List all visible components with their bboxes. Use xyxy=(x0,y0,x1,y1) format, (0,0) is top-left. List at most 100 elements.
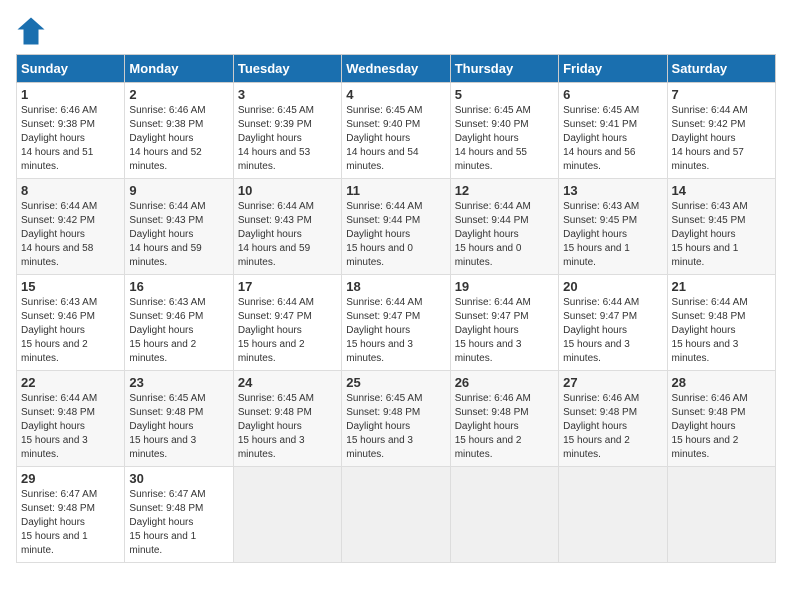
day-info: Sunrise: 6:45 AMSunset: 9:41 PMDaylight … xyxy=(563,104,662,174)
day-info: Sunrise: 6:44 AMSunset: 9:43 PMDaylight … xyxy=(238,200,337,270)
calendar-cell: 9 Sunrise: 6:44 AMSunset: 9:43 PMDaylight… xyxy=(125,179,233,275)
logo-icon xyxy=(16,16,46,46)
week-row-4: 22 Sunrise: 6:44 AMSunset: 9:48 PMDayligh… xyxy=(17,371,776,467)
day-number: 26 xyxy=(455,375,554,390)
day-info: Sunrise: 6:43 AMSunset: 9:45 PMDaylight … xyxy=(672,200,771,270)
day-info: Sunrise: 6:44 AMSunset: 9:44 PMDaylight … xyxy=(455,200,554,270)
logo xyxy=(16,16,50,46)
day-header-thursday: Thursday xyxy=(450,55,558,83)
calendar-cell: 11 Sunrise: 6:44 AMSunset: 9:44 PMDayligh… xyxy=(342,179,450,275)
day-number: 22 xyxy=(21,375,120,390)
day-info: Sunrise: 6:44 AMSunset: 9:47 PMDaylight … xyxy=(346,296,445,366)
day-number: 4 xyxy=(346,87,445,102)
day-info: Sunrise: 6:44 AMSunset: 9:43 PMDaylight … xyxy=(129,200,228,270)
calendar-cell: 20 Sunrise: 6:44 AMSunset: 9:47 PMDayligh… xyxy=(559,275,667,371)
day-info: Sunrise: 6:47 AMSunset: 9:48 PMDaylight … xyxy=(129,488,228,558)
day-info: Sunrise: 6:44 AMSunset: 9:47 PMDaylight … xyxy=(238,296,337,366)
calendar-table: SundayMondayTuesdayWednesdayThursdayFrid… xyxy=(16,54,776,563)
calendar-cell: 28 Sunrise: 6:46 AMSunset: 9:48 PMDayligh… xyxy=(667,371,775,467)
calendar-cell: 5 Sunrise: 6:45 AMSunset: 9:40 PMDaylight… xyxy=(450,83,558,179)
day-number: 3 xyxy=(238,87,337,102)
day-number: 1 xyxy=(21,87,120,102)
day-info: Sunrise: 6:45 AMSunset: 9:40 PMDaylight … xyxy=(346,104,445,174)
day-info: Sunrise: 6:46 AMSunset: 9:38 PMDaylight … xyxy=(129,104,228,174)
calendar-cell xyxy=(342,467,450,563)
day-info: Sunrise: 6:43 AMSunset: 9:45 PMDaylight … xyxy=(563,200,662,270)
day-number: 12 xyxy=(455,183,554,198)
calendar-cell: 21 Sunrise: 6:44 AMSunset: 9:48 PMDayligh… xyxy=(667,275,775,371)
day-number: 16 xyxy=(129,279,228,294)
day-number: 2 xyxy=(129,87,228,102)
calendar-cell: 10 Sunrise: 6:44 AMSunset: 9:43 PMDayligh… xyxy=(233,179,341,275)
day-number: 7 xyxy=(672,87,771,102)
day-number: 20 xyxy=(563,279,662,294)
day-number: 24 xyxy=(238,375,337,390)
day-info: Sunrise: 6:46 AMSunset: 9:38 PMDaylight … xyxy=(21,104,120,174)
day-number: 13 xyxy=(563,183,662,198)
day-number: 27 xyxy=(563,375,662,390)
day-number: 15 xyxy=(21,279,120,294)
day-info: Sunrise: 6:45 AMSunset: 9:48 PMDaylight … xyxy=(129,392,228,462)
calendar-cell: 6 Sunrise: 6:45 AMSunset: 9:41 PMDaylight… xyxy=(559,83,667,179)
day-number: 11 xyxy=(346,183,445,198)
calendar-cell: 29Sunrise: 6:47 AMSunset: 9:48 PMDayligh… xyxy=(17,467,125,563)
calendar-cell: 18 Sunrise: 6:44 AMSunset: 9:47 PMDayligh… xyxy=(342,275,450,371)
day-info: Sunrise: 6:43 AMSunset: 9:46 PMDaylight … xyxy=(21,296,120,366)
calendar-cell: 3 Sunrise: 6:45 AMSunset: 9:39 PMDaylight… xyxy=(233,83,341,179)
calendar-cell: 15 Sunrise: 6:43 AMSunset: 9:46 PMDayligh… xyxy=(17,275,125,371)
day-header-sunday: Sunday xyxy=(17,55,125,83)
day-header-monday: Monday xyxy=(125,55,233,83)
calendar-cell: 14 Sunrise: 6:43 AMSunset: 9:45 PMDayligh… xyxy=(667,179,775,275)
day-number: 9 xyxy=(129,183,228,198)
calendar-cell: 17 Sunrise: 6:44 AMSunset: 9:47 PMDayligh… xyxy=(233,275,341,371)
calendar-cell: 2 Sunrise: 6:46 AMSunset: 9:38 PMDaylight… xyxy=(125,83,233,179)
day-info: Sunrise: 6:44 AMSunset: 9:44 PMDaylight … xyxy=(346,200,445,270)
day-info: Sunrise: 6:46 AMSunset: 9:48 PMDaylight … xyxy=(563,392,662,462)
day-info: Sunrise: 6:44 AMSunset: 9:47 PMDaylight … xyxy=(455,296,554,366)
header xyxy=(16,16,776,46)
day-number: 14 xyxy=(672,183,771,198)
calendar-cell xyxy=(450,467,558,563)
calendar-cell: 22 Sunrise: 6:44 AMSunset: 9:48 PMDayligh… xyxy=(17,371,125,467)
day-number: 21 xyxy=(672,279,771,294)
calendar-cell: 26 Sunrise: 6:46 AMSunset: 9:48 PMDayligh… xyxy=(450,371,558,467)
day-number: 28 xyxy=(672,375,771,390)
calendar-cell: 23 Sunrise: 6:45 AMSunset: 9:48 PMDayligh… xyxy=(125,371,233,467)
day-info: Sunrise: 6:45 AMSunset: 9:39 PMDaylight … xyxy=(238,104,337,174)
week-row-1: 1 Sunrise: 6:46 AMSunset: 9:38 PMDaylight… xyxy=(17,83,776,179)
day-info: Sunrise: 6:45 AMSunset: 9:48 PMDaylight … xyxy=(346,392,445,462)
day-info: Sunrise: 6:44 AMSunset: 9:47 PMDaylight … xyxy=(563,296,662,366)
day-info: Sunrise: 6:43 AMSunset: 9:46 PMDaylight … xyxy=(129,296,228,366)
day-header-wednesday: Wednesday xyxy=(342,55,450,83)
calendar-cell xyxy=(667,467,775,563)
day-info: Sunrise: 6:46 AMSunset: 9:48 PMDaylight … xyxy=(672,392,771,462)
day-number: 8 xyxy=(21,183,120,198)
week-row-5: 29Sunrise: 6:47 AMSunset: 9:48 PMDayligh… xyxy=(17,467,776,563)
day-number: 10 xyxy=(238,183,337,198)
day-info: Sunrise: 6:44 AMSunset: 9:42 PMDaylight … xyxy=(21,200,120,270)
day-info: Sunrise: 6:45 AMSunset: 9:48 PMDaylight … xyxy=(238,392,337,462)
week-row-3: 15 Sunrise: 6:43 AMSunset: 9:46 PMDayligh… xyxy=(17,275,776,371)
day-header-saturday: Saturday xyxy=(667,55,775,83)
day-info: Sunrise: 6:45 AMSunset: 9:40 PMDaylight … xyxy=(455,104,554,174)
calendar-cell: 27 Sunrise: 6:46 AMSunset: 9:48 PMDayligh… xyxy=(559,371,667,467)
calendar-cell: 16 Sunrise: 6:43 AMSunset: 9:46 PMDayligh… xyxy=(125,275,233,371)
day-info: Sunrise: 6:46 AMSunset: 9:48 PMDaylight … xyxy=(455,392,554,462)
day-header-tuesday: Tuesday xyxy=(233,55,341,83)
calendar-cell: 13 Sunrise: 6:43 AMSunset: 9:45 PMDayligh… xyxy=(559,179,667,275)
day-info: Sunrise: 6:44 AMSunset: 9:42 PMDaylight … xyxy=(672,104,771,174)
day-info: Sunrise: 6:44 AMSunset: 9:48 PMDaylight … xyxy=(672,296,771,366)
calendar-cell: 24 Sunrise: 6:45 AMSunset: 9:48 PMDayligh… xyxy=(233,371,341,467)
day-number: 25 xyxy=(346,375,445,390)
day-info: Sunrise: 6:44 AMSunset: 9:48 PMDaylight … xyxy=(21,392,120,462)
calendar-cell: 12 Sunrise: 6:44 AMSunset: 9:44 PMDayligh… xyxy=(450,179,558,275)
day-number: 18 xyxy=(346,279,445,294)
calendar-cell xyxy=(559,467,667,563)
day-number: 5 xyxy=(455,87,554,102)
calendar-cell: 19Sunrise: 6:44 AMSunset: 9:47 PMDayligh… xyxy=(450,275,558,371)
day-number: 6 xyxy=(563,87,662,102)
day-number: 17 xyxy=(238,279,337,294)
calendar-cell: 1 Sunrise: 6:46 AMSunset: 9:38 PMDaylight… xyxy=(17,83,125,179)
day-info: Sunrise: 6:47 AMSunset: 9:48 PMDaylight … xyxy=(21,488,120,558)
day-number: 23 xyxy=(129,375,228,390)
